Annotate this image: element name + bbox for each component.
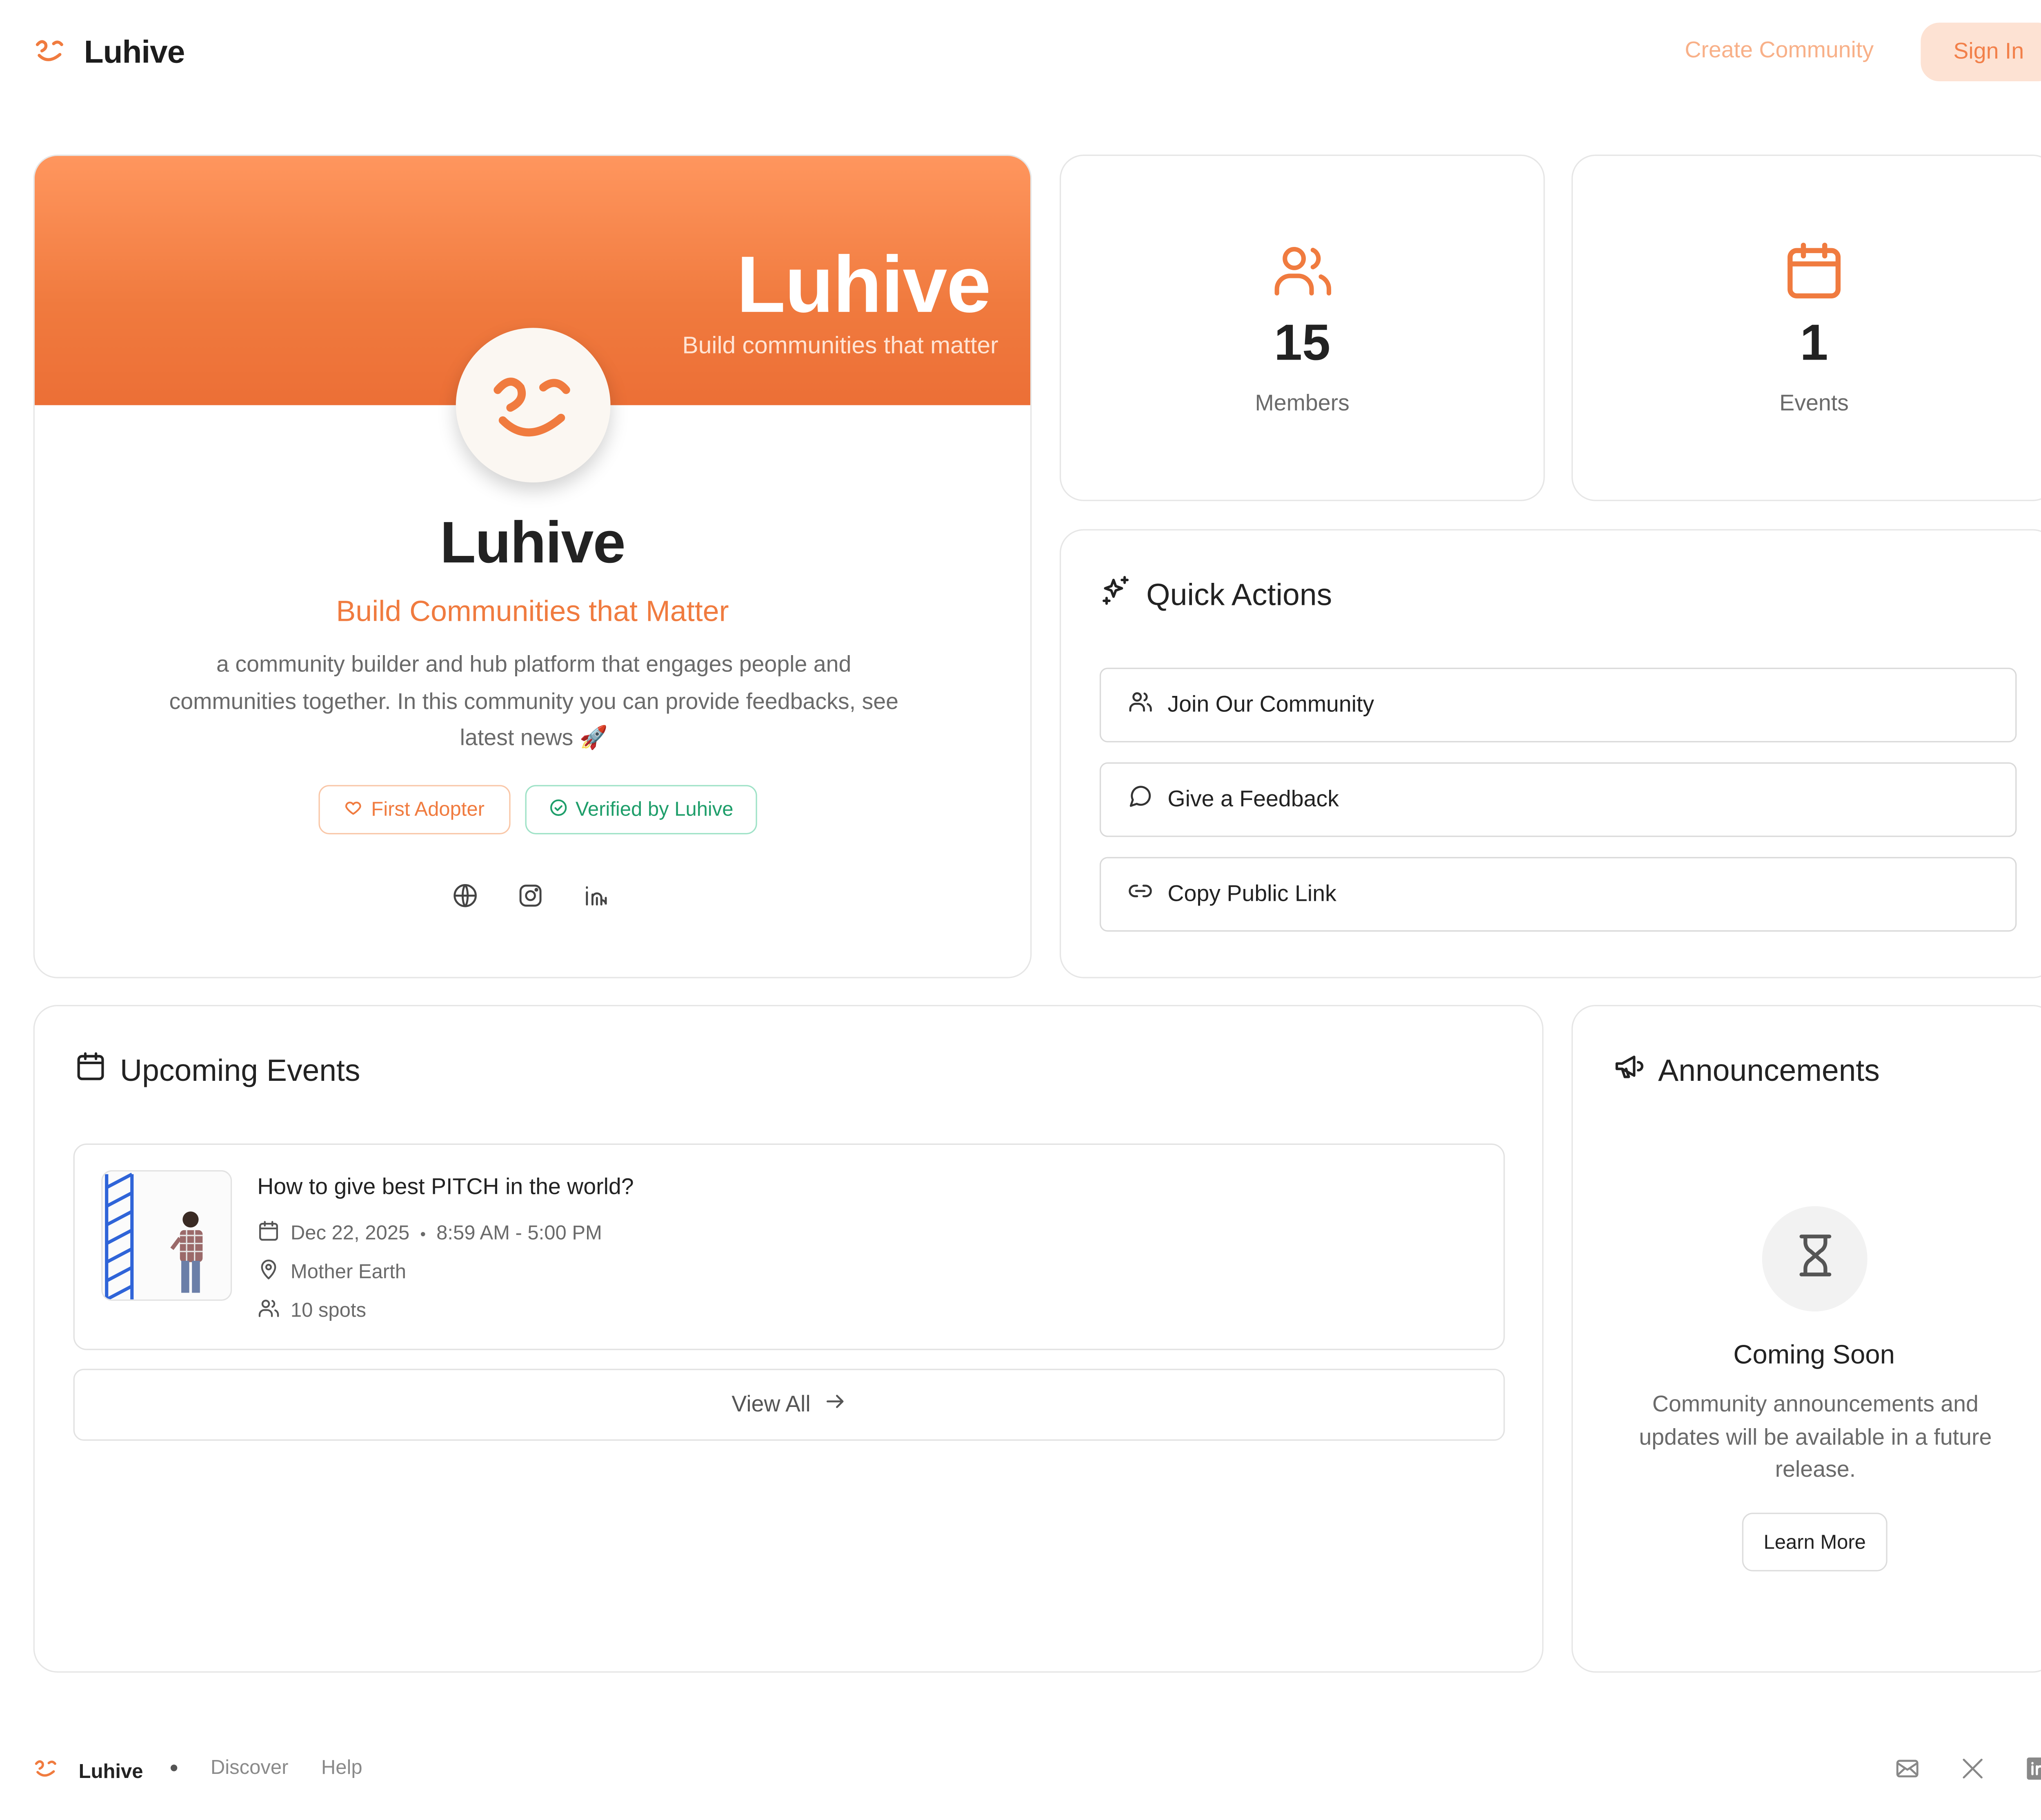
event-location-row: Mother Earth [257,1258,406,1286]
events-count: 1 [1800,316,1828,372]
footer-brand-name: Luhive [78,1760,143,1783]
footer-separator-dot [170,1764,178,1771]
brand-logo[interactable]: Luhive [32,32,185,74]
button-label: Join Our Community [1167,691,1374,717]
banner-title: Luhive [736,240,991,329]
event-time: 8:59 AM - 5:00 PM [436,1222,602,1245]
mail-icon[interactable] [1894,1755,1921,1782]
event-thumbnail [101,1170,232,1301]
coming-soon-description: Community announcements and updates will… [1639,1391,1992,1482]
event-spots: 10 spots [290,1299,367,1322]
footer-link-discover[interactable]: Discover [211,1757,289,1780]
upcoming-events-header: Upcoming Events [75,1050,360,1090]
linkedin-icon[interactable] [583,882,609,909]
learn-more-button[interactable]: Learn More [1742,1513,1888,1571]
announcements-title: Announcements [1658,1052,1880,1087]
coming-soon-title: Coming Soon [1733,1340,1895,1370]
announcements-card: Announcements Coming Soon Community anno… [1571,1005,2041,1673]
instagram-icon[interactable] [517,882,544,909]
event-datetime: Dec 22, 2025 • 8:59 AM - 5:00 PM [257,1220,602,1248]
calendar-icon [75,1050,107,1090]
social-links [452,882,609,909]
community-description: a community builder and hub platform tha… [169,651,899,751]
quick-actions-title: Quick Actions [1146,577,1332,612]
smiley-logo-icon [32,32,68,74]
button-label: View All [731,1391,811,1417]
create-community-link[interactable]: Create Community [1685,37,1874,64]
verified-badge: Verified by Luhive [525,785,757,835]
view-all-button[interactable]: View All [73,1369,1505,1441]
badge-label: First Adopter [371,798,485,821]
quick-actions-header: Quick Actions [1100,574,1332,616]
globe-icon[interactable] [452,882,478,909]
banner-subtitle: Build communities that matter [682,332,998,359]
footer-brand[interactable]: Luhive [32,1754,143,1789]
community-name: Luhive [440,510,626,576]
brand-name: Luhive [84,34,185,71]
megaphone-icon [1613,1050,1645,1090]
upcoming-events-card: Upcoming Events How to give best PITCH i… [33,1005,1544,1673]
link-icon [1127,878,1153,910]
event-location: Mother Earth [290,1260,406,1284]
map-pin-icon [257,1258,280,1286]
give-feedback-button[interactable]: Give a Feedback [1099,762,2017,837]
community-profile-card: Luhive Build communities that matter Luh… [33,154,1032,978]
separator-dot: • [420,1224,426,1243]
hourglass-icon [1791,1231,1839,1286]
community-avatar [456,328,611,483]
community-tagline: Build Communities that Matter [336,594,729,628]
members-count: 15 [1274,316,1331,372]
users-icon [1127,689,1153,721]
hourglass-badge [1762,1206,1868,1312]
members-label: Members [1255,390,1350,416]
quick-actions-card: Quick Actions Join Our Community Give a … [1059,529,2041,978]
linkedin-icon[interactable] [2025,1755,2041,1782]
events-stat-card: 1 Events [1571,154,2041,501]
footer-link-help[interactable]: Help [321,1757,362,1780]
sparkles-icon [1100,574,1133,616]
users-icon [257,1297,280,1325]
announcements-header: Announcements [1613,1050,1880,1090]
events-label: Events [1779,390,1849,416]
message-circle-icon [1127,784,1153,816]
members-stat-card: 15 Members [1059,154,1545,501]
smiley-logo-icon [32,1754,60,1789]
event-title: How to give best PITCH in the world? [257,1174,634,1200]
event-spots-row: 10 spots [257,1297,366,1325]
event-date: Dec 22, 2025 [290,1222,410,1245]
calendar-icon [257,1220,280,1248]
check-circle-icon [549,798,568,822]
badge-label: Verified by Luhive [575,798,734,821]
button-label: Give a Feedback [1167,786,1339,812]
arrow-right-icon [824,1390,847,1420]
sign-in-button[interactable]: Sign In [1921,22,2041,82]
button-label: Copy Public Link [1167,881,1336,907]
first-adopter-badge: First Adopter [318,785,511,835]
heart-icon [345,798,363,822]
upcoming-events-title: Upcoming Events [120,1052,360,1087]
x-icon[interactable] [1959,1755,1986,1782]
event-item[interactable]: How to give best PITCH in the world? Dec… [73,1143,1505,1350]
copy-link-button[interactable]: Copy Public Link [1099,857,2017,932]
smiley-logo-icon [494,378,570,437]
calendar-icon [1782,238,1846,309]
users-icon [1270,238,1334,309]
join-community-button[interactable]: Join Our Community [1099,667,2017,742]
